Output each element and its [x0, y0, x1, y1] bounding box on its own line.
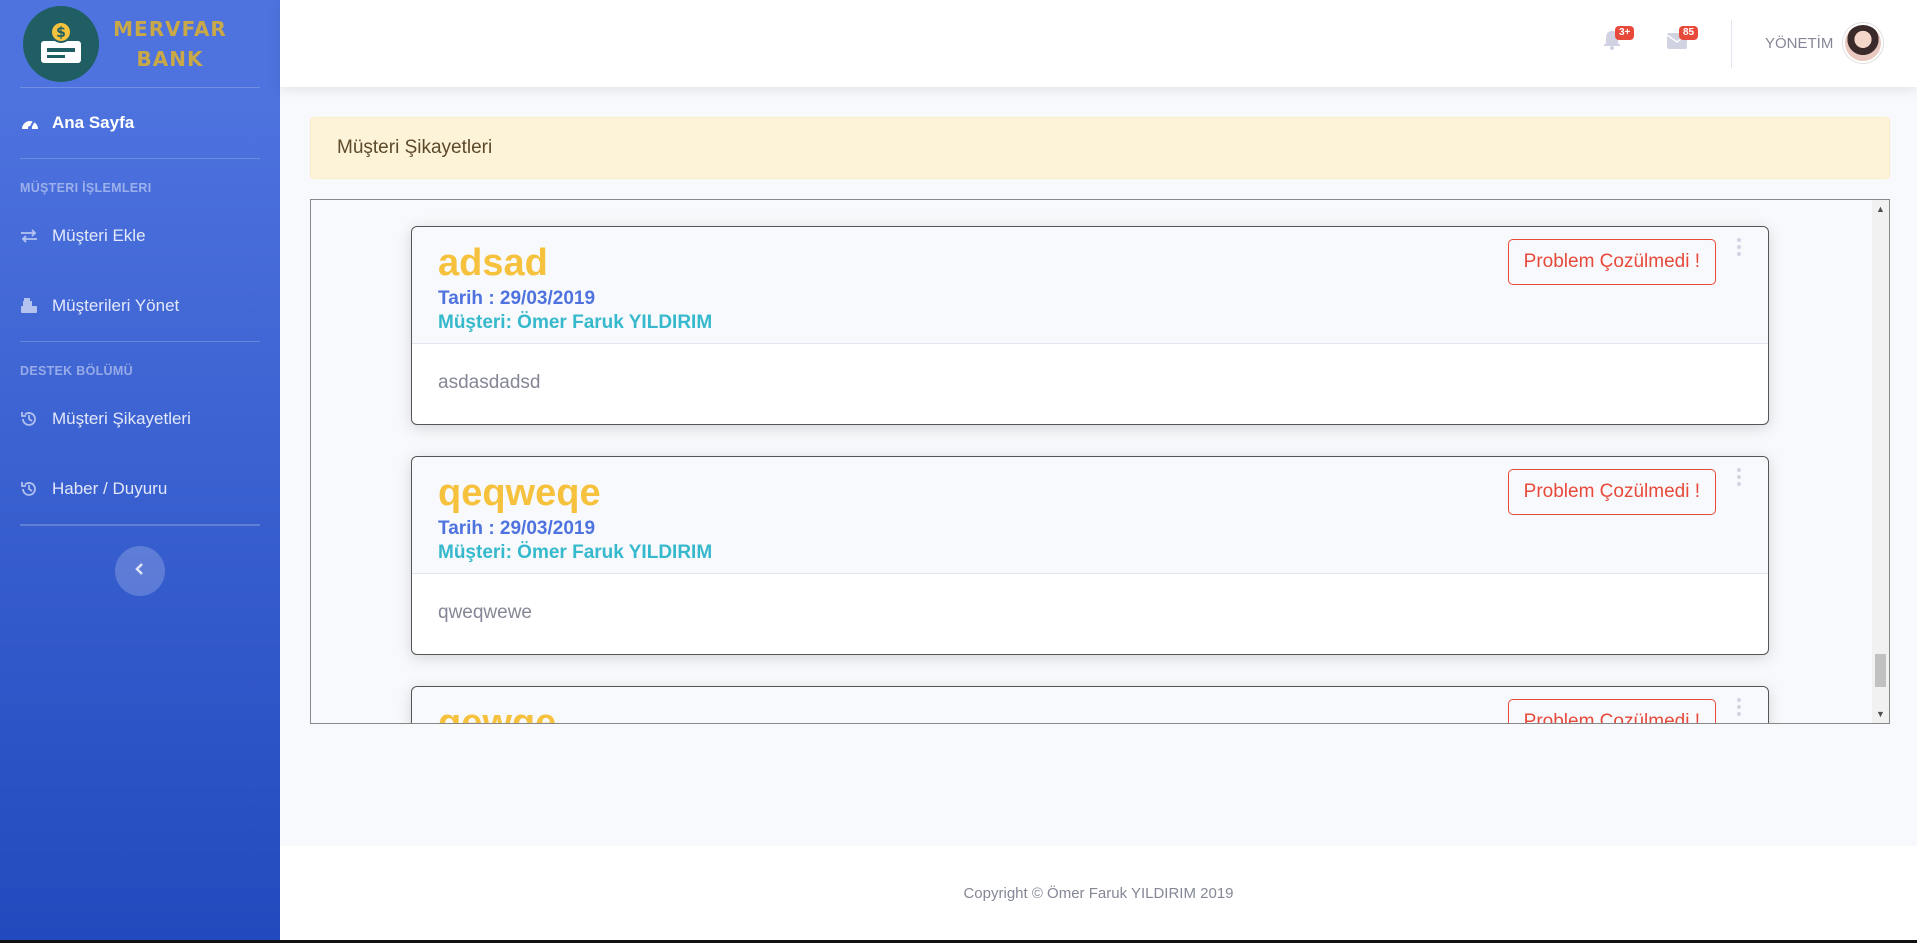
sidebar-item-musteri-ekle[interactable]: Müşteri Ekle	[0, 201, 280, 271]
cash-register-icon	[20, 298, 52, 314]
topbar-divider	[1731, 20, 1732, 68]
more-vertical-icon[interactable]	[1736, 467, 1746, 492]
sidebar-item-musteri-sikayetleri[interactable]: Müşteri Şikayetleri	[0, 384, 280, 454]
sidebar-heading-musteri: MÜŞTERI İŞLEMLERI	[20, 181, 152, 195]
sidebar-heading-destek: DESTEK BÖLÜMÜ	[20, 364, 133, 378]
sidebar-item-label: Haber / Duyuru	[52, 479, 168, 498]
brand-name: MERVFAR BANK	[113, 14, 227, 74]
sidebar-item-label: Müşteri Şikayetleri	[52, 409, 191, 428]
complaint-date: Tarih : 29/03/2019	[438, 288, 596, 309]
user-name: YÖNETİM	[1765, 34, 1834, 52]
sidebar-item-musterileri-yonet[interactable]: Müşterileri Yönet	[0, 271, 280, 341]
more-vertical-icon[interactable]	[1736, 697, 1746, 722]
scrollbar[interactable]: ▲ ▼	[1872, 200, 1889, 723]
brand[interactable]: $ MERVFAR BANK	[0, 0, 280, 87]
brand-line2: BANK	[136, 46, 204, 71]
brand-line1: MERVFAR	[113, 16, 227, 41]
content-wrapper: 3+ 85 YÖNETİM Müşteri Şikayetleri adsad …	[280, 0, 1917, 940]
complaint-card-header: qewqe Problem Çozülmedi !	[412, 687, 1768, 723]
scrollbar-thumb[interactable]	[1875, 654, 1886, 687]
sidebar-item-label: Müşteri Ekle	[52, 226, 146, 245]
messages-badge: 85	[1679, 26, 1699, 40]
sidebar-item-haber-duyuru[interactable]: Haber / Duyuru	[0, 454, 280, 524]
complaint-customer: Müşteri: Ömer Faruk YILDIRIM	[438, 542, 713, 563]
complaints-scroll-area[interactable]: adsad Tarih : 29/03/2019 Müşteri: Ömer F…	[310, 199, 1890, 724]
complaint-body: asdasdadsd	[438, 372, 541, 393]
more-vertical-icon[interactable]	[1736, 237, 1746, 262]
scroll-up-icon[interactable]: ▲	[1872, 204, 1889, 214]
sidebar-item-label: Ana Sayfa	[52, 113, 135, 132]
complaint-card-header: qeqweqe Tarih : 29/03/2019 Müşteri: Ömer…	[412, 457, 1768, 574]
complaint-card: qeqweqe Tarih : 29/03/2019 Müşteri: Ömer…	[411, 456, 1769, 655]
complaint-date: Tarih : 29/03/2019	[438, 518, 596, 539]
messages-button[interactable]: 85	[1666, 26, 1699, 54]
sidebar-divider	[20, 524, 260, 526]
user-dropdown[interactable]: YÖNETİM	[1765, 23, 1884, 63]
scroll-down-icon[interactable]: ▼	[1872, 709, 1889, 719]
complaint-card: adsad Tarih : 29/03/2019 Müşteri: Ömer F…	[411, 226, 1769, 425]
status-button[interactable]: Problem Çozülmedi !	[1507, 239, 1716, 285]
page-heading: Müşteri Şikayetleri	[310, 117, 1890, 179]
complaint-card: qewqe Problem Çozülmedi !	[411, 686, 1769, 723]
status-button[interactable]: Problem Çozülmedi !	[1507, 699, 1716, 723]
status-button[interactable]: Problem Çozülmedi !	[1507, 469, 1716, 515]
tachometer-icon	[20, 115, 52, 131]
money-register-icon: $	[23, 5, 100, 82]
sidebar-toggle-button[interactable]	[115, 546, 165, 596]
complaint-body: qweqwewe	[438, 602, 532, 623]
avatar	[1843, 23, 1884, 63]
history-icon	[20, 410, 52, 428]
topbar: 3+ 85 YÖNETİM	[280, 0, 1917, 87]
exchange-icon	[20, 229, 52, 243]
sidebar-item-ana-sayfa[interactable]: Ana Sayfa	[0, 88, 280, 158]
footer: Copyright © Ömer Faruk YILDIRIM 2019	[280, 846, 1917, 940]
alerts-button[interactable]: 3+	[1603, 26, 1635, 55]
svg-text:$: $	[56, 25, 66, 41]
complaint-customer: Müşteri: Ömer Faruk YILDIRIM	[438, 312, 713, 333]
alerts-badge: 3+	[1615, 26, 1635, 40]
chevron-left-icon	[134, 562, 146, 581]
complaint-card-header: adsad Tarih : 29/03/2019 Müşteri: Ömer F…	[412, 227, 1768, 344]
sidebar-item-label: Müşterileri Yönet	[52, 296, 180, 315]
copyright-text: Copyright © Ömer Faruk YILDIRIM 2019	[963, 884, 1234, 902]
page-title: Müşteri Şikayetleri	[337, 137, 493, 158]
history-icon	[20, 480, 52, 498]
sidebar: $ MERVFAR BANK Ana Sayfa MÜŞTERI İŞLEMLE…	[0, 0, 280, 940]
